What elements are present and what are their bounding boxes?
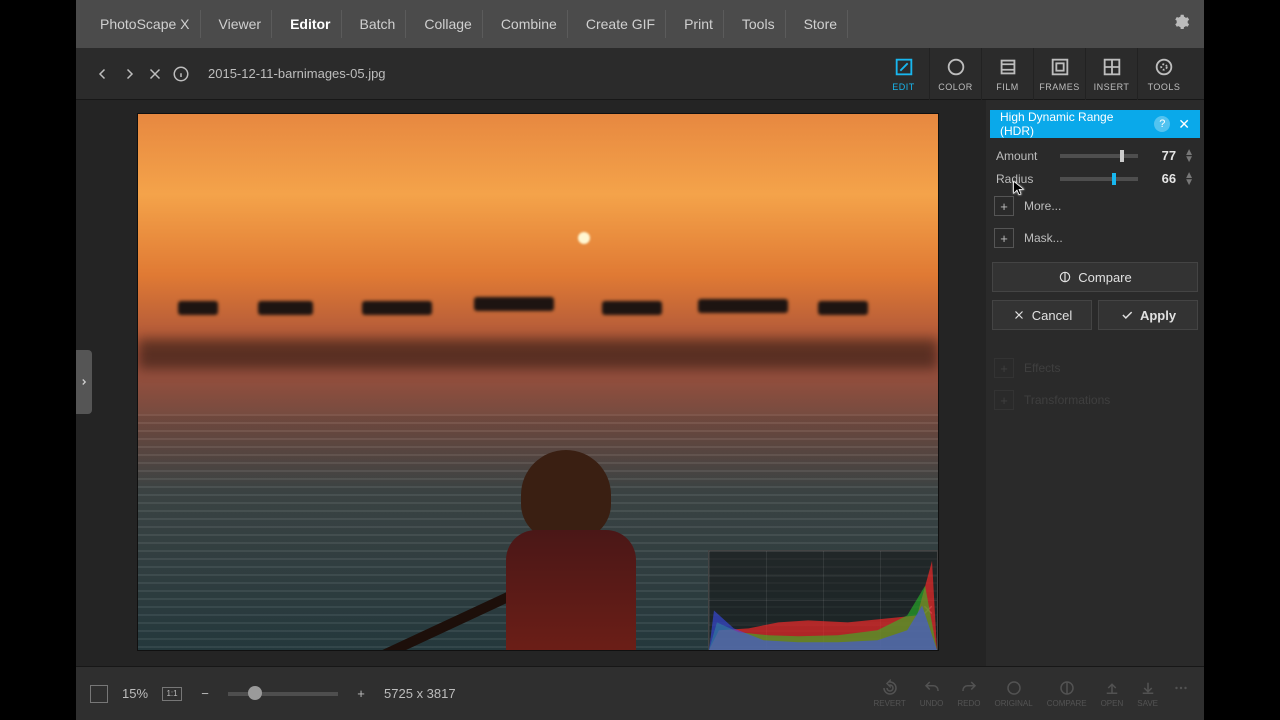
category-strip: EDIT COLOR FILM FRAMES INSERT TOOLS	[878, 48, 1190, 100]
filename-label: 2015-12-11-barnimages-05.jpg	[208, 66, 386, 81]
image-dimensions: 5725 x 3817	[384, 686, 456, 701]
compare-button[interactable]: Compare	[992, 262, 1198, 292]
effects-ghost: +Effects	[990, 352, 1200, 384]
image-content	[578, 232, 590, 244]
main-area: ✕ High Dynamic Range (HDR) ? ✕ Am	[76, 100, 1204, 666]
tab-batch[interactable]: Batch	[350, 10, 407, 38]
cat-frames[interactable]: FRAMES	[1034, 48, 1086, 100]
tab-combine[interactable]: Combine	[491, 10, 568, 38]
nav-back-icon[interactable]	[94, 65, 112, 83]
zoom-percent: 15%	[122, 686, 148, 701]
tab-store[interactable]: Store	[794, 10, 848, 38]
one-to-one-button[interactable]: 1:1	[162, 687, 182, 701]
image-content	[138, 339, 938, 369]
zoom-slider[interactable]	[228, 692, 338, 696]
amount-slider[interactable]	[1060, 154, 1138, 158]
radius-value: 66	[1146, 171, 1176, 186]
cat-insert[interactable]: INSERT	[1086, 48, 1138, 100]
mask-expander[interactable]: + Mask...	[990, 222, 1200, 254]
bottom-actions: REVERT UNDO REDO ORIGINAL COMPARE OPEN S…	[873, 679, 1190, 708]
close-file-icon[interactable]	[146, 65, 164, 83]
cat-color[interactable]: COLOR	[930, 48, 982, 100]
histogram-overlay[interactable]	[708, 550, 938, 650]
plus-icon: +	[994, 228, 1014, 248]
bottom-bar: 15% 1:1 − + 5725 x 3817 REVERT UNDO REDO…	[76, 666, 1204, 720]
gear-icon[interactable]	[1172, 13, 1190, 36]
tab-editor[interactable]: Editor	[280, 10, 341, 38]
tab-viewer[interactable]: Viewer	[209, 10, 273, 38]
original-button[interactable]: ORIGINAL	[994, 679, 1032, 708]
top-tabs: PhotoScape X Viewer Editor Batch Collage…	[76, 0, 1204, 48]
open-button[interactable]: OPEN	[1101, 679, 1124, 708]
more-label: More...	[1024, 199, 1061, 213]
sidebar-expand-handle[interactable]	[76, 350, 92, 414]
image-canvas[interactable]: ✕	[138, 114, 938, 650]
adjustment-panel: High Dynamic Range (HDR) ? ✕ Amount 77 ▲…	[986, 100, 1204, 666]
tab-collage[interactable]: Collage	[414, 10, 482, 38]
help-icon[interactable]: ?	[1154, 116, 1170, 132]
zoom-out-icon[interactable]: −	[196, 685, 214, 703]
editor-toolbar: 2015-12-11-barnimages-05.jpg EDIT COLOR …	[76, 48, 1204, 100]
redo-button[interactable]: REDO	[957, 679, 980, 708]
amount-value: 77	[1146, 148, 1176, 163]
info-icon[interactable]	[172, 65, 190, 83]
cat-tools[interactable]: TOOLS	[1138, 48, 1190, 100]
canvas-area: ✕	[76, 100, 986, 666]
amount-spinner[interactable]: ▲▼	[1184, 149, 1194, 163]
nav-forward-icon[interactable]	[120, 65, 138, 83]
transformations-ghost: +Transformations	[990, 384, 1200, 416]
apply-button[interactable]: Apply	[1098, 300, 1198, 330]
image-content	[506, 450, 626, 650]
plus-icon: +	[994, 196, 1014, 216]
tab-print[interactable]: Print	[674, 10, 724, 38]
more-expander[interactable]: + More...	[990, 190, 1200, 222]
zoom-in-icon[interactable]: +	[352, 685, 370, 703]
undo-button[interactable]: UNDO	[920, 679, 944, 708]
tab-create-gif[interactable]: Create GIF	[576, 10, 666, 38]
save-button[interactable]: SAVE	[1137, 679, 1158, 708]
amount-slider-row: Amount 77 ▲▼	[990, 144, 1200, 167]
app-window: PhotoScape X Viewer Editor Batch Collage…	[76, 0, 1204, 720]
cancel-button[interactable]: Cancel	[992, 300, 1092, 330]
hdr-title: High Dynamic Range (HDR)	[1000, 110, 1146, 138]
radius-spinner[interactable]: ▲▼	[1184, 172, 1194, 186]
fit-screen-icon[interactable]	[90, 685, 108, 703]
amount-label: Amount	[996, 149, 1052, 163]
more-menu-icon[interactable]	[1172, 679, 1190, 708]
image-content	[138, 291, 938, 321]
mask-label: Mask...	[1024, 231, 1063, 245]
close-panel-icon[interactable]: ✕	[1178, 116, 1190, 133]
hdr-panel-header: High Dynamic Range (HDR) ? ✕	[990, 110, 1200, 138]
app-name-tab[interactable]: PhotoScape X	[90, 10, 201, 38]
radius-slider-row: Radius 66 ▲▼	[990, 167, 1200, 190]
cat-edit[interactable]: EDIT	[878, 48, 930, 100]
cat-film[interactable]: FILM	[982, 48, 1034, 100]
revert-button[interactable]: REVERT	[873, 679, 905, 708]
radius-label: Radius	[996, 172, 1052, 186]
tab-tools[interactable]: Tools	[732, 10, 786, 38]
radius-slider[interactable]	[1060, 177, 1138, 181]
compare-bottom-button[interactable]: COMPARE	[1047, 679, 1087, 708]
